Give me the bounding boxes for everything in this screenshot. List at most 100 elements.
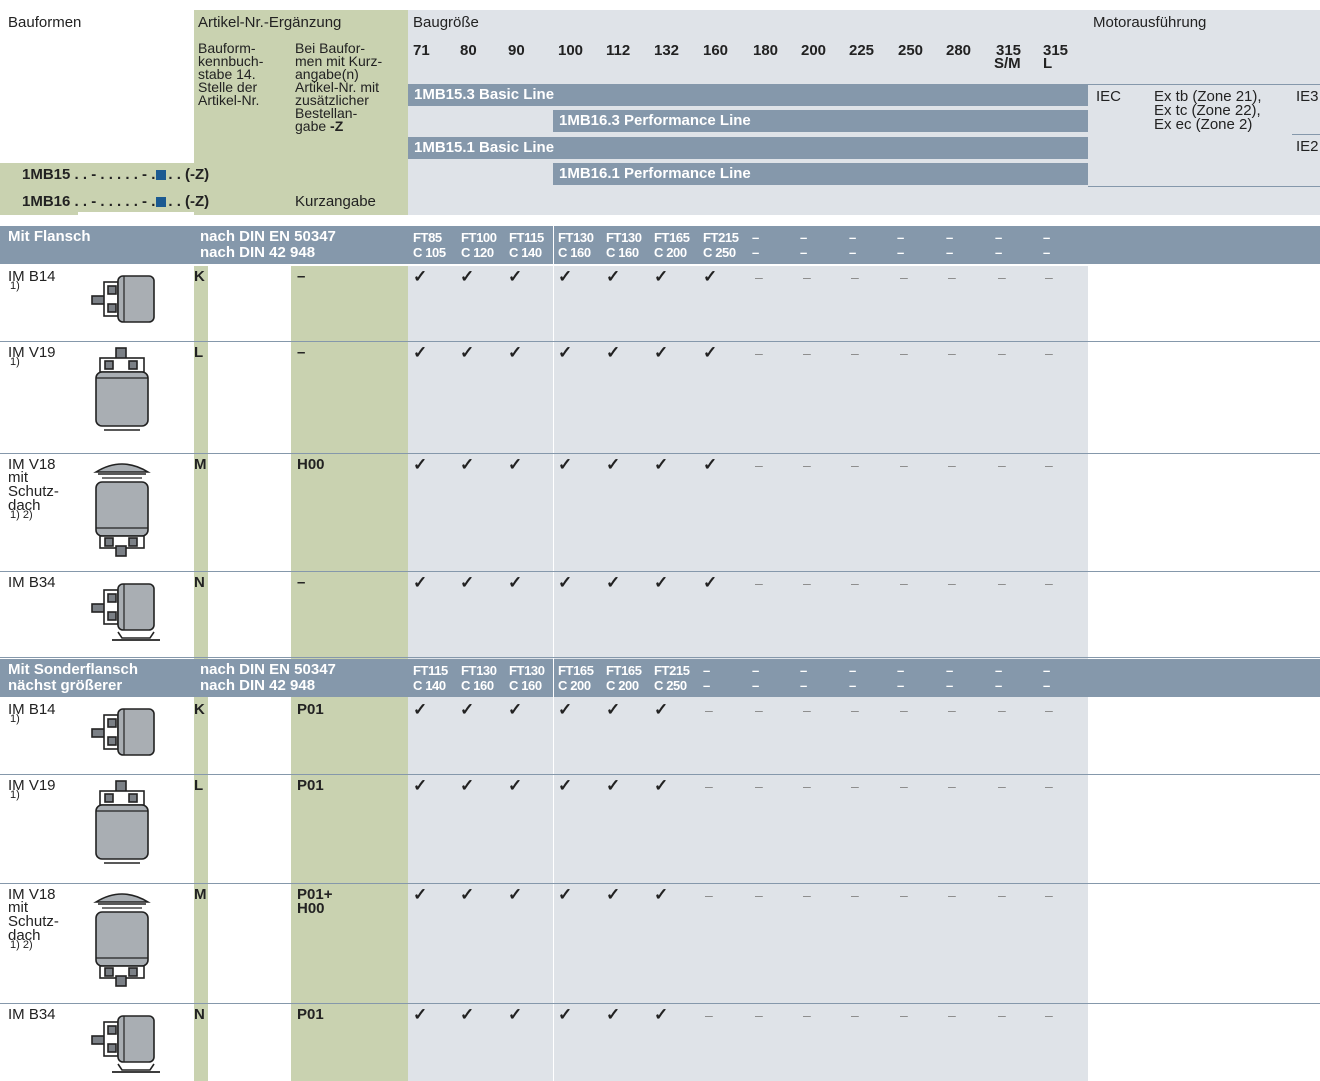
footnote-ref: 1) xyxy=(10,789,20,801)
check-icon: ✓ xyxy=(460,776,475,795)
section-norm-2: nach DIN 42 948 xyxy=(200,677,316,694)
check-icon: ✓ xyxy=(508,700,523,719)
check-icon: ✓ xyxy=(508,267,523,286)
dash-mark: – xyxy=(1045,269,1053,285)
kurzangabe-text: gabe xyxy=(295,118,331,134)
dash-mark: – xyxy=(851,345,859,361)
check-icon: ✓ xyxy=(508,776,523,795)
check-icon: ✓ xyxy=(606,885,621,904)
dash-mark: – xyxy=(948,1007,956,1023)
check-icon: ✓ xyxy=(558,455,573,474)
header-artikel: Artikel-Nr.-Ergänzung xyxy=(198,14,342,31)
dash-mark: – xyxy=(705,778,713,794)
flange-value: C 250 xyxy=(654,678,687,693)
dash-mark: – xyxy=(1045,457,1053,473)
dash-mark: – xyxy=(705,887,713,903)
section-title: Mit Sonderflansch xyxy=(8,661,139,678)
footnote-ref: 1) xyxy=(10,280,20,292)
flange-value: C 105 xyxy=(413,245,446,260)
flange-value: FT100 xyxy=(461,230,497,245)
dash-mark: – xyxy=(948,457,956,473)
flange-value: – xyxy=(703,663,710,678)
row-divider xyxy=(0,657,1320,658)
flange-value: FT130 xyxy=(606,230,642,245)
dash-mark: – xyxy=(900,1007,908,1023)
header-motor: Motorausführung xyxy=(1093,14,1207,31)
dash-mark: – xyxy=(1045,887,1053,903)
row-divider xyxy=(0,1003,1320,1004)
bauform-letter: N xyxy=(194,1006,205,1023)
dash-mark: – xyxy=(851,778,859,794)
dash-mark: – xyxy=(803,457,811,473)
bauform-letter: M xyxy=(194,456,207,473)
flange-value: C 160 xyxy=(606,245,639,260)
dash-mark: – xyxy=(998,345,1006,361)
flange-value: – xyxy=(946,663,953,678)
check-icon: ✓ xyxy=(460,267,475,286)
flange-value: C 200 xyxy=(558,678,591,693)
bauform-letter: K xyxy=(194,701,205,718)
dash-mark: – xyxy=(705,702,713,718)
flange-value: – xyxy=(849,663,856,678)
section-title: Mit Flansch xyxy=(8,228,91,245)
check-icon: ✓ xyxy=(460,573,475,592)
motor-b34-icon xyxy=(91,1015,160,1073)
kurzangabe-code: P01 xyxy=(297,701,324,718)
flange-value: – xyxy=(752,230,759,245)
line-1mb151: 1MB15.1 Basic Line xyxy=(408,137,1088,159)
dash-mark: – xyxy=(803,269,811,285)
check-icon: ✓ xyxy=(703,267,718,286)
flange-value: – xyxy=(849,678,856,693)
flange-value: C 160 xyxy=(509,678,542,693)
check-icon: ✓ xyxy=(413,776,428,795)
dash-mark: – xyxy=(851,575,859,591)
flange-value: – xyxy=(1043,245,1050,260)
kurzangabe-code: – xyxy=(297,344,306,361)
check-icon: ✓ xyxy=(508,573,523,592)
check-icon: ✓ xyxy=(703,455,718,474)
dash-mark: – xyxy=(998,887,1006,903)
flange-value: – xyxy=(995,230,1002,245)
check-icon: ✓ xyxy=(413,343,428,362)
dash-mark: – xyxy=(1045,345,1053,361)
flange-value: C 200 xyxy=(654,245,687,260)
dash-mark: – xyxy=(803,345,811,361)
flange-divider xyxy=(553,659,554,697)
check-icon: ✓ xyxy=(654,776,669,795)
dash-mark: – xyxy=(900,575,908,591)
dash-mark: – xyxy=(948,887,956,903)
motor-v18-icon xyxy=(93,893,151,987)
kennbuchstabe-header: Bauform-kennbuch-stabe 14. Stelle der Arti… xyxy=(198,41,288,107)
size-header-225: 225 xyxy=(849,42,875,59)
check-icon: ✓ xyxy=(460,885,475,904)
motor-v19-icon xyxy=(95,780,149,864)
flange-value: – xyxy=(1043,663,1050,678)
position-marker-icon xyxy=(156,197,167,207)
size-header-160: 160 xyxy=(703,42,729,59)
motor-b14-icon xyxy=(91,275,155,323)
check-icon: ✓ xyxy=(606,267,621,286)
flange-divider xyxy=(553,226,554,264)
flange-value: C 200 xyxy=(606,678,639,693)
flange-value: – xyxy=(995,663,1002,678)
dash-mark: – xyxy=(998,778,1006,794)
order-gap xyxy=(78,212,194,215)
flange-value: FT115 xyxy=(413,663,448,678)
dash-mark: – xyxy=(755,345,763,361)
bauform-letter: M xyxy=(194,886,207,903)
bauform-letter: N xyxy=(194,574,205,591)
flange-value: – xyxy=(703,678,710,693)
motor-ie3: IE3 xyxy=(1296,88,1319,105)
dash-mark: – xyxy=(705,1007,713,1023)
order-code-1mb16: 1MB16 . . - . . . . . - .. . (-Z) xyxy=(22,193,210,210)
size-header-200: 200 xyxy=(801,42,827,59)
kurzangabe-label: Kurzangabe xyxy=(295,193,376,210)
size-header-90: 90 xyxy=(508,42,525,59)
dash-mark: – xyxy=(998,702,1006,718)
dash-mark: – xyxy=(803,778,811,794)
check-icon: ✓ xyxy=(413,1005,428,1024)
motor-iec: IEC xyxy=(1096,88,1122,105)
dash-mark: – xyxy=(948,575,956,591)
dash-mark: – xyxy=(851,1007,859,1023)
motor-b34-icon xyxy=(91,583,160,641)
